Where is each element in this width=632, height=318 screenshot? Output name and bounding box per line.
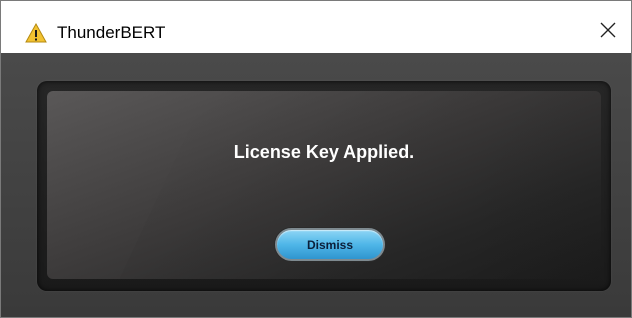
dismiss-button[interactable]: Dismiss [275,228,385,261]
close-icon [600,22,616,43]
close-button[interactable] [591,15,625,49]
dialog-window: ThunderBERT License Key Applied. Dismiss [0,0,632,318]
window-title: ThunderBERT [57,23,166,42]
license-message: License Key Applied. [233,142,415,162]
dialog-body: License Key Applied. Dismiss [1,53,631,317]
title-bar[interactable]: ThunderBERT [1,1,631,53]
message-panel-inner: License Key Applied. Dismiss [47,91,601,279]
message-panel: License Key Applied. Dismiss [37,81,611,291]
warning-icon [25,22,47,43]
